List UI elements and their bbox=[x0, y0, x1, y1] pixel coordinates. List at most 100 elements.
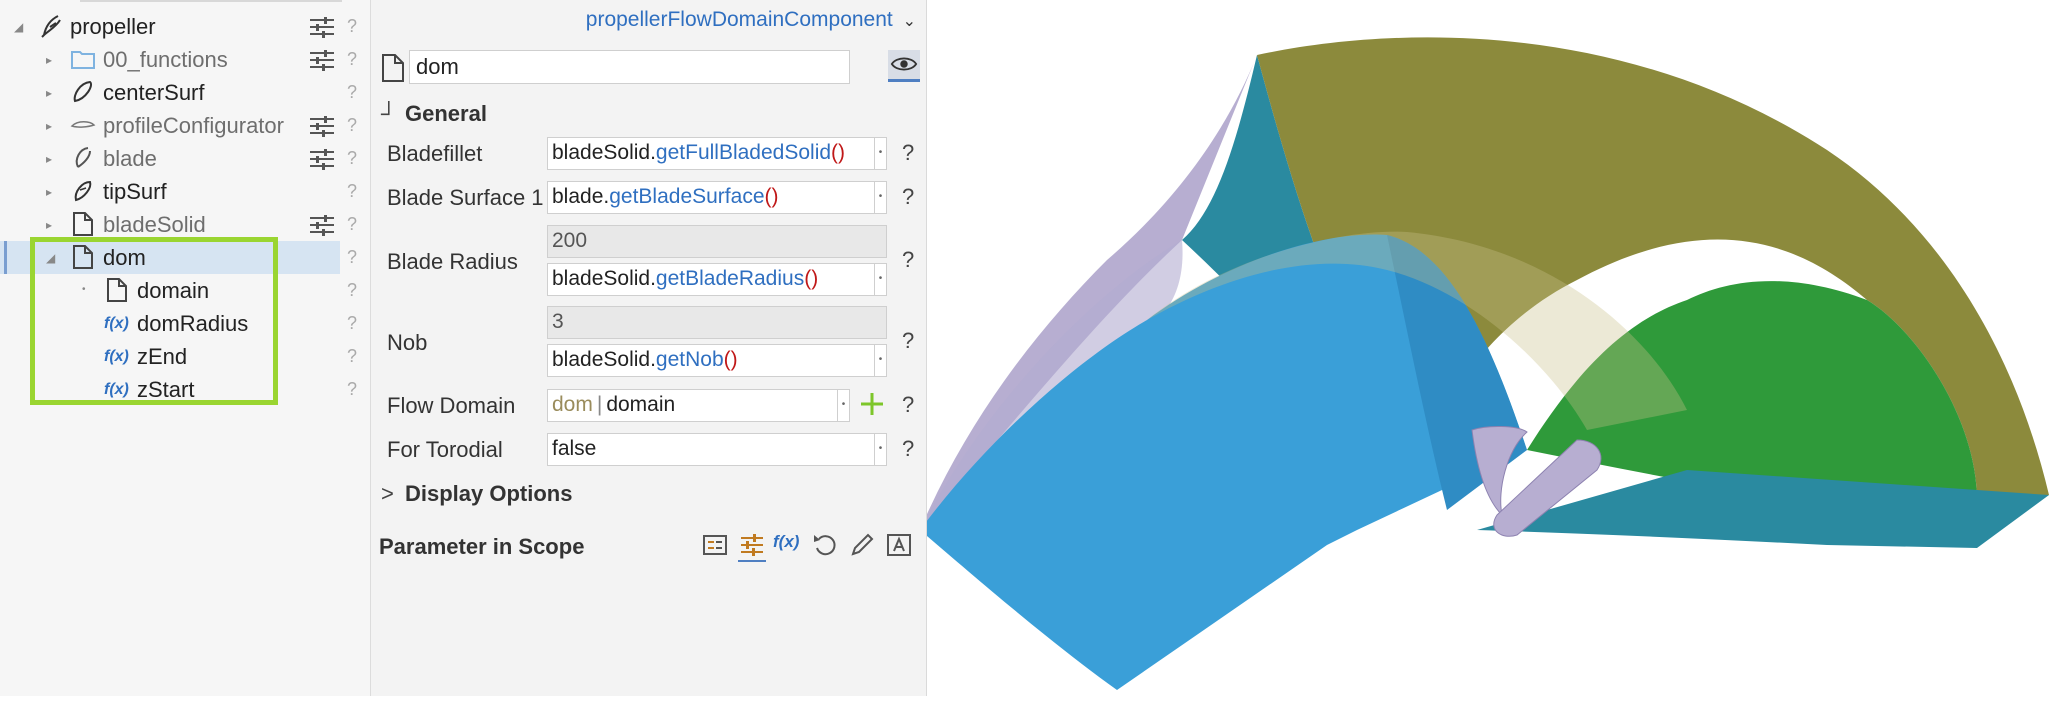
sliders-icon[interactable] bbox=[308, 214, 336, 236]
tree-item-zend[interactable]: f(x) zEnd ? bbox=[0, 340, 370, 373]
help-icon[interactable]: ? bbox=[347, 16, 357, 37]
profile-icon bbox=[70, 121, 96, 128]
dropdown-dot-icon[interactable]: • bbox=[874, 434, 886, 465]
help-icon[interactable]: ? bbox=[902, 392, 914, 418]
component-type-selector[interactable]: propellerFlowDomainComponent ⌄ bbox=[586, 8, 916, 32]
blade-radius-value-field: 200 bbox=[547, 225, 887, 258]
for-torodial-select[interactable]: false • bbox=[547, 433, 887, 466]
edit-icon[interactable] bbox=[848, 530, 876, 560]
display-options-section-header[interactable]: > Display Options bbox=[381, 481, 572, 507]
function-filter-icon[interactable]: f(x) bbox=[773, 532, 801, 552]
tree-item-zstart[interactable]: f(x) zStart ? bbox=[0, 373, 370, 406]
parameter-list-icon[interactable] bbox=[701, 530, 729, 560]
blade-radius-expression-field[interactable]: bladeSolid.getBladeRadius() • bbox=[547, 263, 887, 296]
document-icon bbox=[73, 212, 93, 236]
component-tree: ◢ propeller ? ▸ 00_functions ? ▸ centerS… bbox=[0, 0, 371, 696]
scope-separator: | bbox=[596, 393, 603, 416]
tree-item-label: propeller bbox=[70, 14, 156, 39]
dropdown-dot-icon[interactable]: • bbox=[874, 182, 886, 213]
expr-method: getFullBladedSolid bbox=[655, 141, 832, 164]
help-icon[interactable]: ? bbox=[902, 184, 914, 210]
param-label-flow-domain: Flow Domain bbox=[387, 393, 516, 418]
expr-parens: () bbox=[831, 141, 846, 164]
help-icon[interactable]: ? bbox=[347, 214, 357, 235]
expr-object: bladeSolid. bbox=[552, 267, 656, 290]
expand-triangle-icon[interactable]: ▸ bbox=[46, 218, 52, 232]
general-section-header[interactable]: ┘ General bbox=[381, 101, 487, 127]
help-icon[interactable]: ? bbox=[347, 247, 357, 268]
param-label-blade-radius: Blade Radius bbox=[387, 249, 518, 274]
nob-expression-field[interactable]: bladeSolid.getNob() • bbox=[547, 344, 887, 377]
expand-triangle-icon[interactable]: ▸ bbox=[46, 53, 52, 67]
help-icon[interactable]: ? bbox=[347, 379, 357, 400]
expand-triangle-icon[interactable]: ▸ bbox=[46, 185, 52, 199]
help-icon[interactable]: ? bbox=[902, 436, 914, 462]
expand-triangle-icon[interactable]: ▸ bbox=[46, 119, 52, 133]
text-label-icon[interactable] bbox=[885, 530, 913, 560]
help-icon[interactable]: ? bbox=[347, 280, 357, 301]
tree-item-label: domain bbox=[137, 278, 210, 303]
collapse-triangle-icon[interactable]: ◢ bbox=[14, 20, 23, 34]
help-icon[interactable]: ? bbox=[347, 148, 357, 169]
tree-item-blade[interactable]: ▸ blade ? bbox=[0, 142, 370, 175]
expand-triangle-icon[interactable]: ▸ bbox=[46, 86, 52, 100]
dropdown-dot-icon[interactable]: • bbox=[874, 138, 886, 169]
component-name-input[interactable] bbox=[409, 50, 850, 84]
tree-item-domain[interactable]: • domain ? bbox=[0, 274, 370, 307]
value-text: 200 bbox=[552, 229, 588, 252]
tree-item-propeller[interactable]: ◢ propeller ? bbox=[0, 10, 370, 43]
bladefillet-expression-field[interactable]: bladeSolid.getFullBladedSolid() • bbox=[547, 137, 887, 170]
tree-item-00-functions[interactable]: ▸ 00_functions ? bbox=[0, 43, 370, 76]
value-text: 3 bbox=[552, 310, 564, 333]
tree-item-label: dom bbox=[103, 245, 146, 270]
help-icon[interactable]: ? bbox=[347, 346, 357, 367]
help-icon[interactable]: ? bbox=[902, 140, 914, 166]
expand-triangle-icon[interactable]: ▸ bbox=[46, 152, 52, 166]
dropdown-dot-icon[interactable]: • bbox=[874, 264, 886, 295]
add-icon[interactable] bbox=[858, 390, 886, 418]
help-icon[interactable]: ? bbox=[902, 328, 914, 354]
sliders-icon[interactable] bbox=[308, 16, 336, 38]
expr-parens: () bbox=[764, 185, 779, 208]
param-label-bladefillet: Bladefillet bbox=[387, 141, 483, 166]
help-icon[interactable]: ? bbox=[347, 181, 357, 202]
param-label-blade-surface-1: Blade Surface 1 bbox=[387, 185, 544, 210]
scope-name: dom bbox=[552, 393, 593, 416]
section-title: General bbox=[405, 101, 487, 126]
component-type-label: propellerFlowDomainComponent bbox=[585, 8, 893, 31]
sliders-icon[interactable] bbox=[308, 115, 336, 137]
tree-item-centersurf[interactable]: ▸ centerSurf ? bbox=[0, 76, 370, 109]
help-icon[interactable]: ? bbox=[902, 247, 914, 273]
expand-dot-icon[interactable]: • bbox=[82, 284, 86, 295]
tree-item-label: blade bbox=[103, 146, 157, 171]
sliders-icon[interactable] bbox=[308, 148, 336, 170]
tree-item-dom[interactable]: ◢ dom bbox=[0, 241, 340, 274]
visibility-toggle-button[interactable] bbox=[888, 50, 920, 82]
document-icon bbox=[107, 278, 127, 302]
tree-item-bladesolid[interactable]: ▸ bladeSolid ? bbox=[0, 208, 370, 241]
expr-parens: () bbox=[723, 348, 738, 371]
tree-item-profileconfigurator[interactable]: ▸ profileConfigurator ? bbox=[0, 109, 370, 142]
sliders-filter-icon[interactable] bbox=[738, 530, 766, 562]
sliders-icon[interactable] bbox=[308, 49, 336, 71]
blade-surface-1-expression-field[interactable]: blade.getBladeSurface() • bbox=[547, 181, 887, 214]
collapse-icon: ┘ bbox=[381, 101, 397, 126]
3d-viewport[interactable] bbox=[920, 0, 2068, 696]
tree-item-tipsurf[interactable]: ▸ tipSurf ? bbox=[0, 175, 370, 208]
nob-value-field: 3 bbox=[547, 306, 887, 339]
function-icon: f(x) bbox=[104, 315, 129, 332]
help-icon[interactable]: ? bbox=[347, 313, 357, 334]
flow-domain-selector[interactable]: dom | domain • bbox=[547, 389, 850, 422]
help-icon[interactable]: ? bbox=[347, 49, 357, 70]
reset-icon[interactable] bbox=[811, 530, 839, 560]
expr-object: blade. bbox=[552, 185, 610, 208]
dropdown-dot-icon[interactable]: • bbox=[874, 345, 886, 376]
section-title: Display Options bbox=[405, 481, 573, 506]
collapse-triangle-icon[interactable]: ◢ bbox=[46, 251, 55, 265]
parameter-in-scope-header: Parameter in Scope bbox=[379, 534, 584, 560]
dropdown-dot-icon[interactable]: • bbox=[837, 390, 849, 421]
tree-item-domradius[interactable]: f(x) domRadius ? bbox=[0, 307, 370, 340]
help-icon[interactable]: ? bbox=[347, 82, 357, 103]
chevron-down-icon: ⌄ bbox=[902, 13, 916, 30]
help-icon[interactable]: ? bbox=[347, 115, 357, 136]
